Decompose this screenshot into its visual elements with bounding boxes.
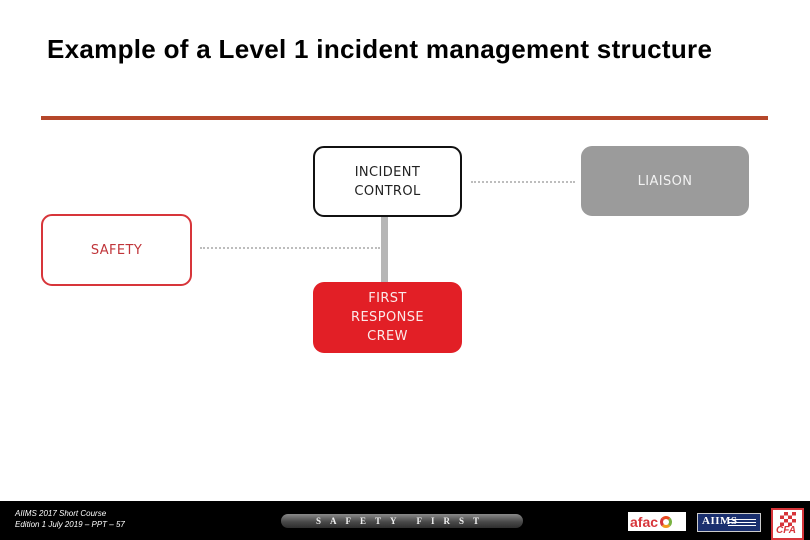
afac-logo: afac bbox=[628, 512, 686, 531]
cfa-checker-icon bbox=[780, 512, 796, 526]
title-divider bbox=[41, 116, 768, 120]
node-first-response-crew-label: FIRST RESPONSE CREW bbox=[351, 291, 424, 344]
node-first-response-crew: FIRST RESPONSE CREW bbox=[313, 282, 462, 353]
footer-edition-line: Edition 1 July 2019 – PPT – 57 bbox=[15, 520, 125, 529]
connector-incident-control-safety bbox=[200, 247, 380, 249]
aiims-logo-stripe-icon bbox=[728, 519, 756, 520]
node-safety-label: SAFETY bbox=[90, 242, 143, 258]
aiims-logo-stripe-icon bbox=[728, 525, 756, 526]
node-incident-control-label: INCIDENT CONTROL bbox=[354, 164, 421, 199]
node-liaison-label: LIAISON bbox=[637, 173, 693, 189]
afac-logo-text: afac bbox=[630, 513, 659, 530]
connector-incident-control-first-response bbox=[381, 217, 388, 282]
cfa-logo-text: CFA bbox=[776, 525, 796, 536]
cfa-logo: CFA bbox=[771, 508, 804, 540]
footer-bar: AIIMS 2017 Short Course Edition 1 July 2… bbox=[0, 501, 810, 540]
footer-course-info: AIIMS 2017 Short Course Edition 1 July 2… bbox=[15, 508, 125, 530]
slide-title: Example of a Level 1 incident management… bbox=[47, 34, 713, 64]
aiims-logo-stripe-icon bbox=[728, 522, 756, 523]
safety-first-banner: SAFETY FIRST bbox=[281, 514, 523, 528]
node-incident-control: INCIDENT CONTROL bbox=[313, 146, 462, 217]
node-safety: SAFETY bbox=[41, 214, 192, 286]
node-liaison: LIAISON bbox=[581, 146, 749, 216]
connector-incident-control-liaison bbox=[471, 181, 575, 183]
aiims-logo: AIIMS bbox=[697, 513, 761, 532]
afac-logo-icon bbox=[660, 515, 673, 528]
footer-course-line: AIIMS 2017 Short Course bbox=[15, 509, 107, 518]
